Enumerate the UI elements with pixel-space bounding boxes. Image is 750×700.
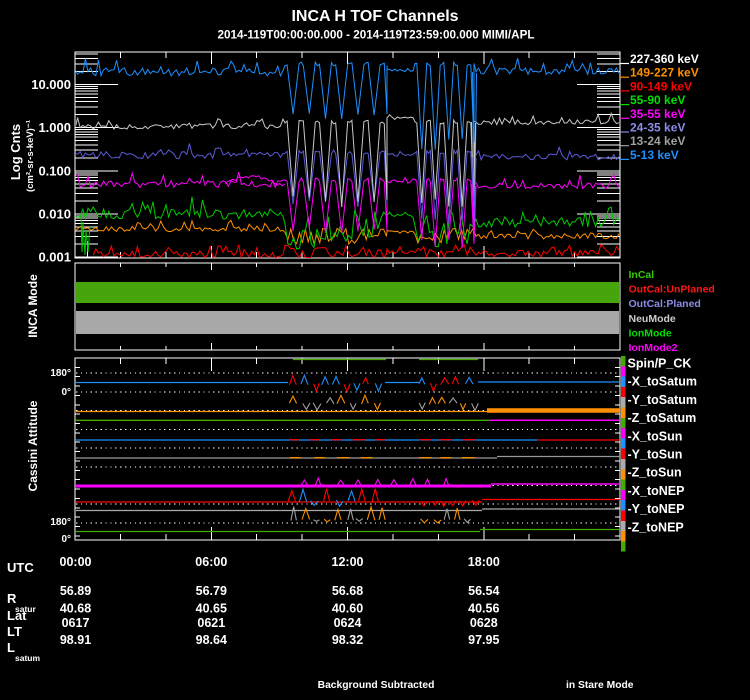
svg-text:0621: 0621 xyxy=(197,616,225,630)
svg-text:149-227 keV: 149-227 keV xyxy=(630,66,699,80)
svg-text:56.79: 56.79 xyxy=(196,584,227,598)
svg-text:Background Subtracted: Background Subtracted xyxy=(318,680,435,691)
svg-text:06:00: 06:00 xyxy=(195,555,227,569)
svg-text:IonMode: IonMode xyxy=(629,327,672,339)
svg-text:40.65: 40.65 xyxy=(196,602,227,616)
svg-text:0.100: 0.100 xyxy=(38,163,71,178)
svg-text:0.001: 0.001 xyxy=(38,250,71,265)
svg-text:-Z_toSatum: -Z_toSatum xyxy=(628,411,697,425)
svg-text:13-24 keV: 13-24 keV xyxy=(630,134,685,148)
svg-text:0624: 0624 xyxy=(334,616,362,630)
svg-text:IonMode2: IonMode2 xyxy=(629,342,678,354)
svg-text:97.95: 97.95 xyxy=(468,633,499,647)
svg-text:40.68: 40.68 xyxy=(60,602,91,616)
svg-text:-Z_toSun: -Z_toSun xyxy=(628,466,682,480)
svg-text:227-360 keV: 227-360 keV xyxy=(630,52,699,66)
svg-text:1.000: 1.000 xyxy=(38,120,71,135)
svg-text:55-90 keV: 55-90 keV xyxy=(630,93,685,107)
svg-text:10.000: 10.000 xyxy=(31,77,71,92)
svg-text:OutCal:UnPlaned: OutCal:UnPlaned xyxy=(629,284,715,296)
svg-text:24-35 keV: 24-35 keV xyxy=(630,121,685,135)
svg-text:Spin/P_CK: Spin/P_CK xyxy=(628,357,692,371)
svg-text:18:00: 18:00 xyxy=(468,555,500,569)
svg-text:00:00: 00:00 xyxy=(60,555,92,569)
svg-text:Cassini Attitude: Cassini Attitude xyxy=(26,400,40,491)
svg-text:0628: 0628 xyxy=(470,616,498,630)
svg-text:L: L xyxy=(7,640,15,655)
svg-text:35-55 keV: 35-55 keV xyxy=(630,107,685,121)
svg-text:INCA Mode: INCA Mode xyxy=(26,274,40,338)
svg-text:0617: 0617 xyxy=(62,616,90,630)
svg-text:40.60: 40.60 xyxy=(332,602,363,616)
svg-text:56.68: 56.68 xyxy=(332,584,363,598)
svg-text:12:00: 12:00 xyxy=(332,555,364,569)
svg-text:-X_toSatum: -X_toSatum xyxy=(628,375,697,389)
svg-text:56.89: 56.89 xyxy=(60,584,91,598)
svg-text:180°: 180° xyxy=(50,368,71,379)
svg-text:98.64: 98.64 xyxy=(196,633,227,647)
svg-text:98.32: 98.32 xyxy=(332,633,363,647)
svg-text:2014-119T00:00:00.000 - 2014-1: 2014-119T00:00:00.000 - 2014-119T23:59:0… xyxy=(217,29,534,42)
svg-text:Log Cnts: Log Cnts xyxy=(8,124,23,180)
svg-text:LT: LT xyxy=(7,624,22,639)
svg-text:-Y_toSun: -Y_toSun xyxy=(628,448,683,462)
svg-text:NeuMode: NeuMode xyxy=(629,313,676,325)
svg-text:-Z_toNEP: -Z_toNEP xyxy=(628,520,684,534)
svg-text:0.010: 0.010 xyxy=(38,207,71,222)
svg-text:UTC: UTC xyxy=(7,560,34,575)
svg-text:98.91: 98.91 xyxy=(60,633,91,647)
svg-text:-X_toSun: -X_toSun xyxy=(628,429,683,443)
svg-text:5-13 keV: 5-13 keV xyxy=(630,148,679,162)
svg-text:0°: 0° xyxy=(61,534,71,545)
svg-text:in Stare Mode: in Stare Mode xyxy=(566,680,634,691)
svg-text:-Y_toSatum: -Y_toSatum xyxy=(628,393,697,407)
svg-text:40.56: 40.56 xyxy=(468,602,499,616)
svg-text:90-149 keV: 90-149 keV xyxy=(630,79,692,93)
svg-text:56.54: 56.54 xyxy=(468,584,499,598)
svg-text:-X_toNEP: -X_toNEP xyxy=(628,484,685,498)
svg-text:180°: 180° xyxy=(50,517,71,528)
svg-text:(cm²-sr-s-keV)⁻¹: (cm²-sr-s-keV)⁻¹ xyxy=(25,120,36,192)
svg-text:satum: satum xyxy=(15,653,40,663)
svg-text:Lat: Lat xyxy=(7,608,27,623)
svg-text:0°: 0° xyxy=(61,387,71,398)
svg-text:INCA H TOF Channels: INCA H TOF Channels xyxy=(291,8,458,25)
svg-text:InCal: InCal xyxy=(629,269,655,281)
svg-text:-Y_toNEP: -Y_toNEP xyxy=(628,502,685,516)
svg-text:OutCal:Planed: OutCal:Planed xyxy=(629,298,701,310)
